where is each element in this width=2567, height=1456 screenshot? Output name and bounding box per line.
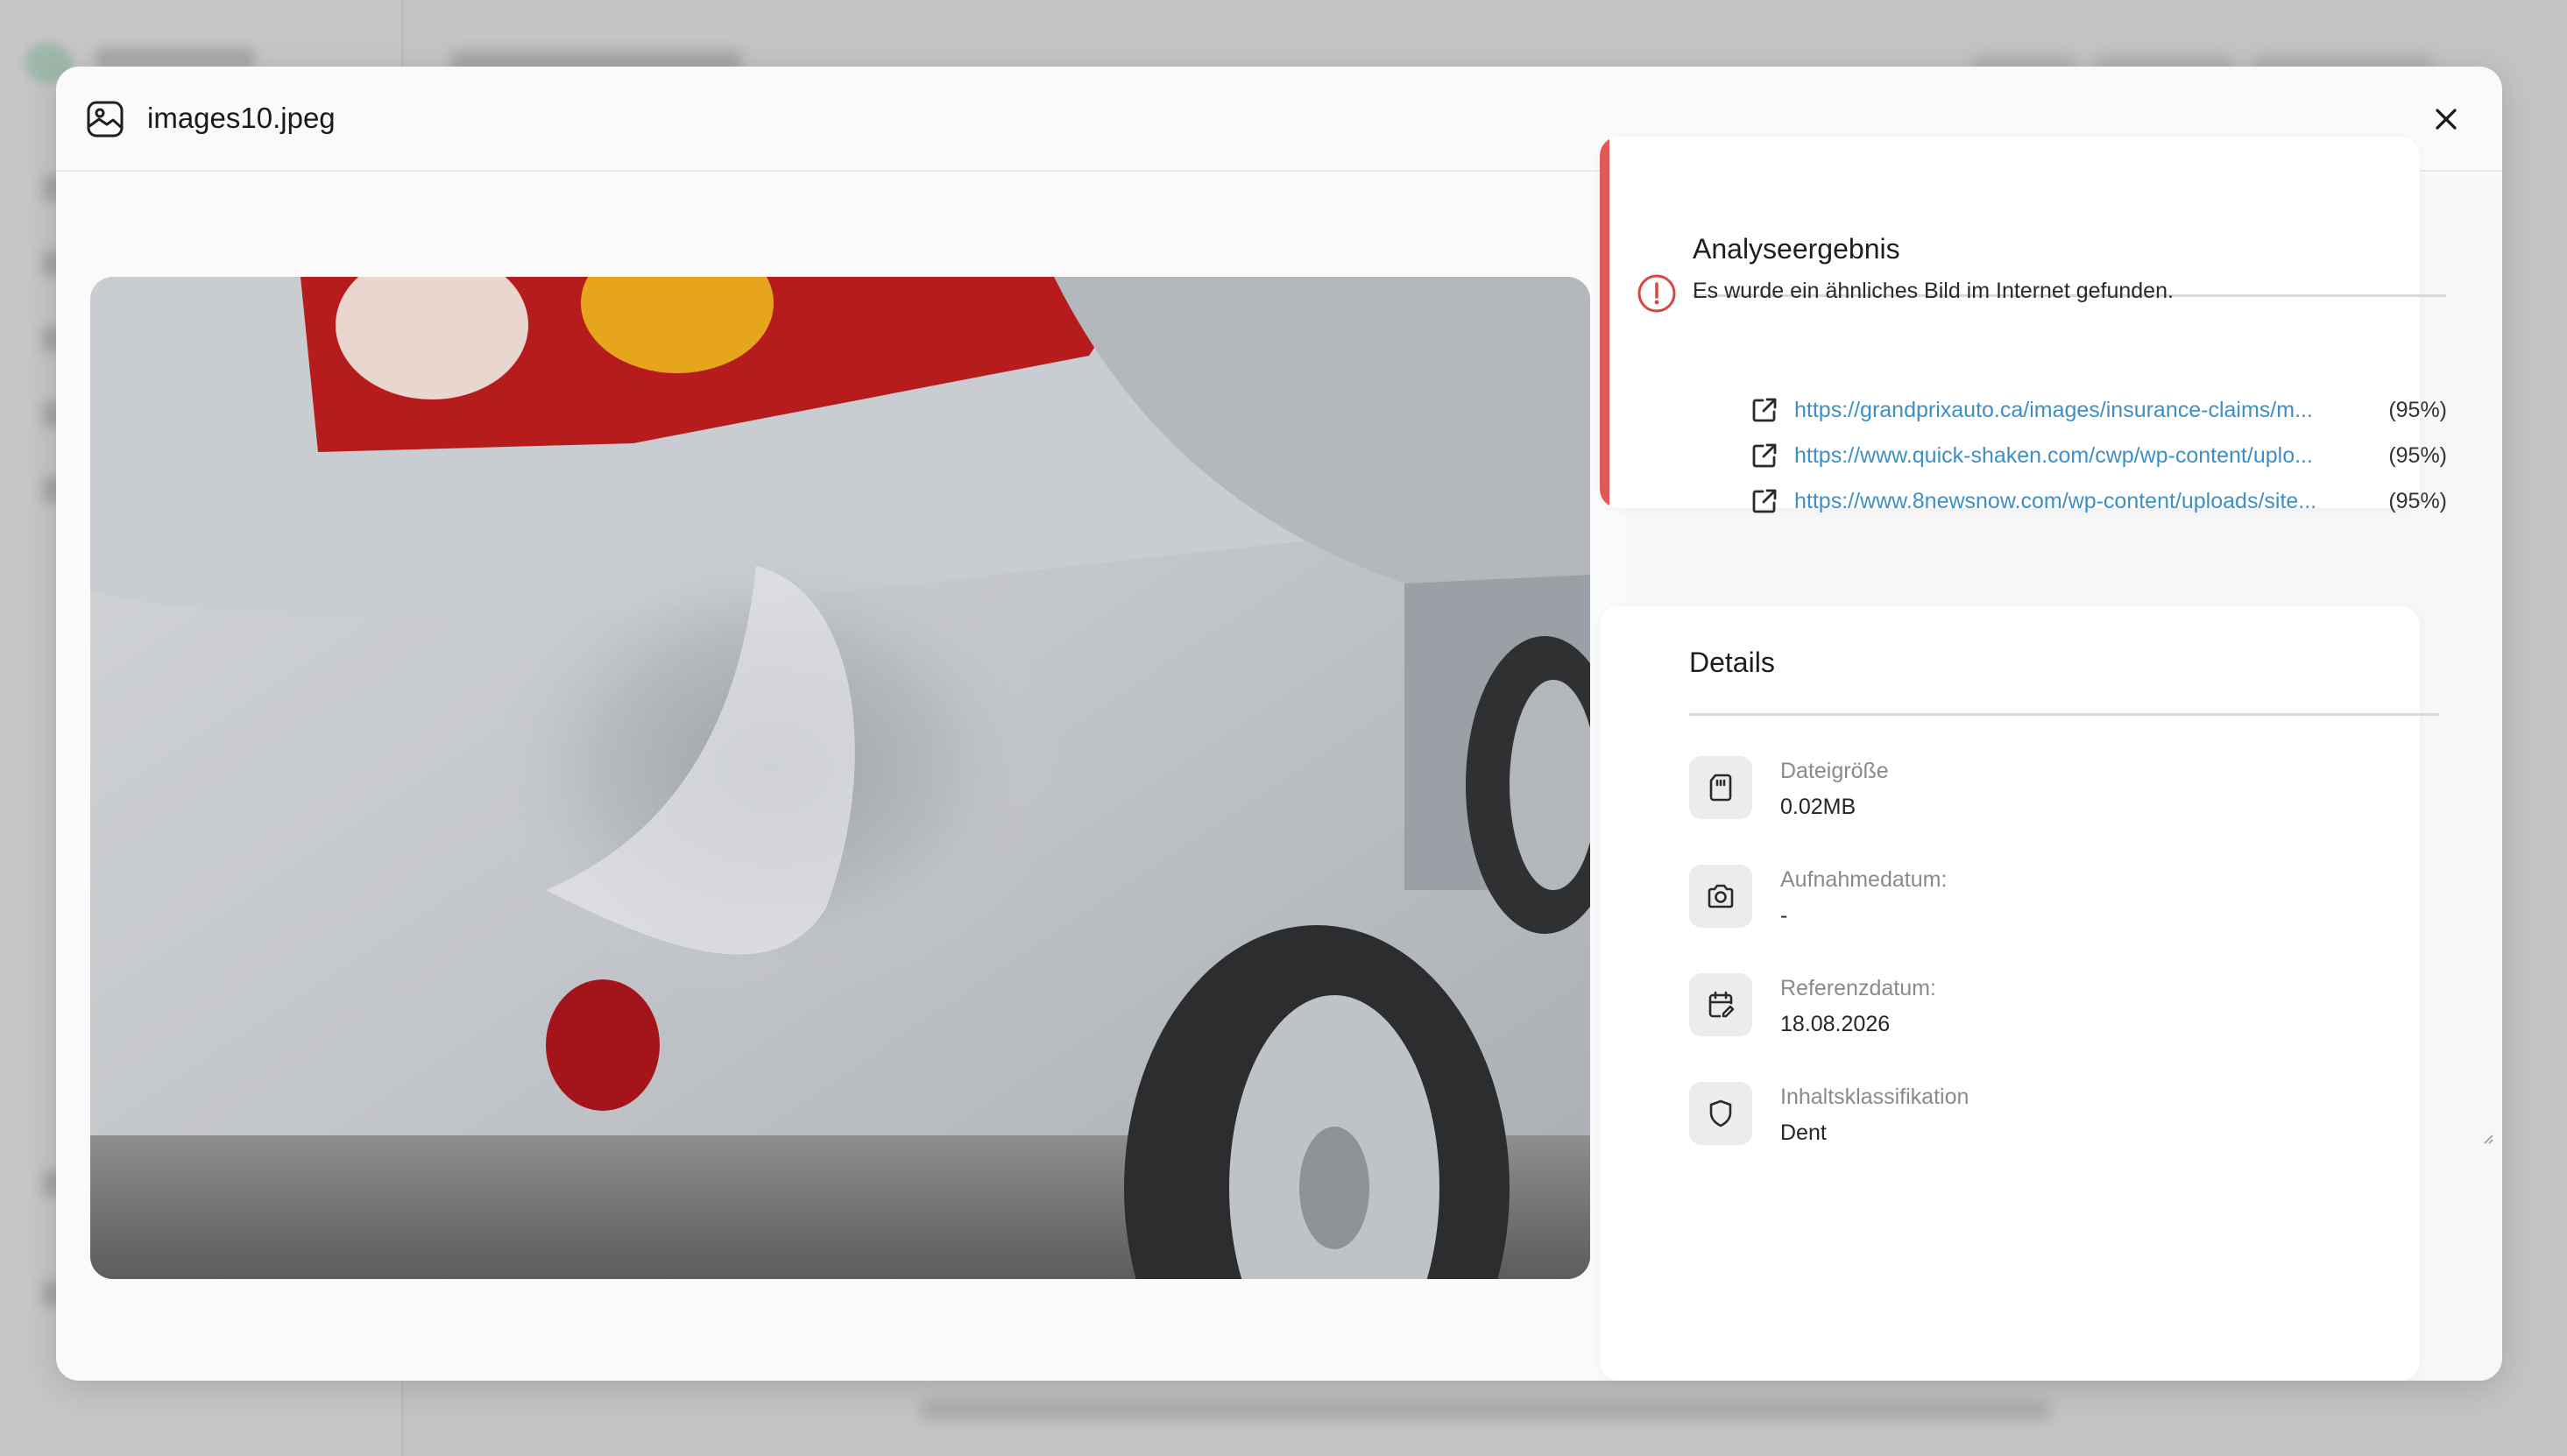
reference-date-value: 18.08.2026	[1780, 1012, 1891, 1036]
shield-icon	[1709, 1099, 1732, 1127]
similar-image-link-row[interactable]: https://www.quick-shaken.com/cwp/wp-cont…	[1750, 438, 2447, 473]
similar-image-link[interactable]: https://www.quick-shaken.com/cwp/wp-cont…	[1794, 443, 2362, 469]
analysis-title: Analyseergebnis	[1693, 233, 1900, 265]
capture-date-icon-box	[1689, 865, 1752, 928]
alert-circle-icon	[1637, 273, 1677, 314]
sd-card-icon	[1709, 774, 1732, 802]
similarity-score: (95%)	[2388, 442, 2447, 468]
similar-image-link[interactable]: https://grandprixauto.ca/images/insuranc…	[1794, 398, 2362, 423]
image-file-icon	[86, 100, 124, 138]
camera-icon	[1708, 884, 1734, 908]
similar-image-link[interactable]: https://www.8newsnow.com/wp-content/uplo…	[1794, 489, 2362, 514]
capture-date-label: Aufnahmedatum:	[1780, 867, 1948, 892]
close-button[interactable]	[2425, 98, 2467, 140]
uploaded-image-preview	[90, 277, 1590, 1279]
capture-date-value: -	[1780, 903, 1788, 928]
reference-date-label: Referenzdatum:	[1780, 976, 1936, 1000]
background-footer-text	[920, 1400, 2050, 1421]
file-size-value: 0.02MB	[1780, 795, 1856, 819]
details-divider	[1689, 713, 2439, 716]
reference-date-icon-box	[1689, 973, 1752, 1036]
modal-title: images10.jpeg	[147, 102, 336, 134]
classification-icon-box	[1689, 1082, 1752, 1145]
external-link-icon	[1752, 489, 1777, 513]
resize-handle-icon[interactable]	[2483, 1134, 2493, 1144]
similar-image-message: Es wurde ein ähnliches Bild im Internet …	[1693, 279, 2174, 303]
file-size-icon-box	[1689, 756, 1752, 819]
file-size-label: Dateigröße	[1780, 759, 1889, 783]
classification-label: Inhaltsklassifikation	[1780, 1085, 1969, 1109]
similarity-score: (95%)	[2388, 488, 2447, 513]
warning-accent-bar	[1600, 137, 1609, 508]
close-icon	[2436, 109, 2457, 130]
details-title: Details	[1689, 647, 1775, 678]
similar-image-link-row[interactable]: https://grandprixauto.ca/images/insuranc…	[1750, 392, 2447, 428]
similar-image-link-row[interactable]: https://www.8newsnow.com/wp-content/uplo…	[1750, 484, 2447, 519]
calendar-edit-icon	[1708, 991, 1735, 1018]
external-link-icon	[1752, 443, 1777, 468]
similarity-score: (95%)	[2388, 397, 2447, 422]
classification-value: Dent	[1780, 1120, 1827, 1145]
external-link-icon	[1752, 398, 1777, 422]
